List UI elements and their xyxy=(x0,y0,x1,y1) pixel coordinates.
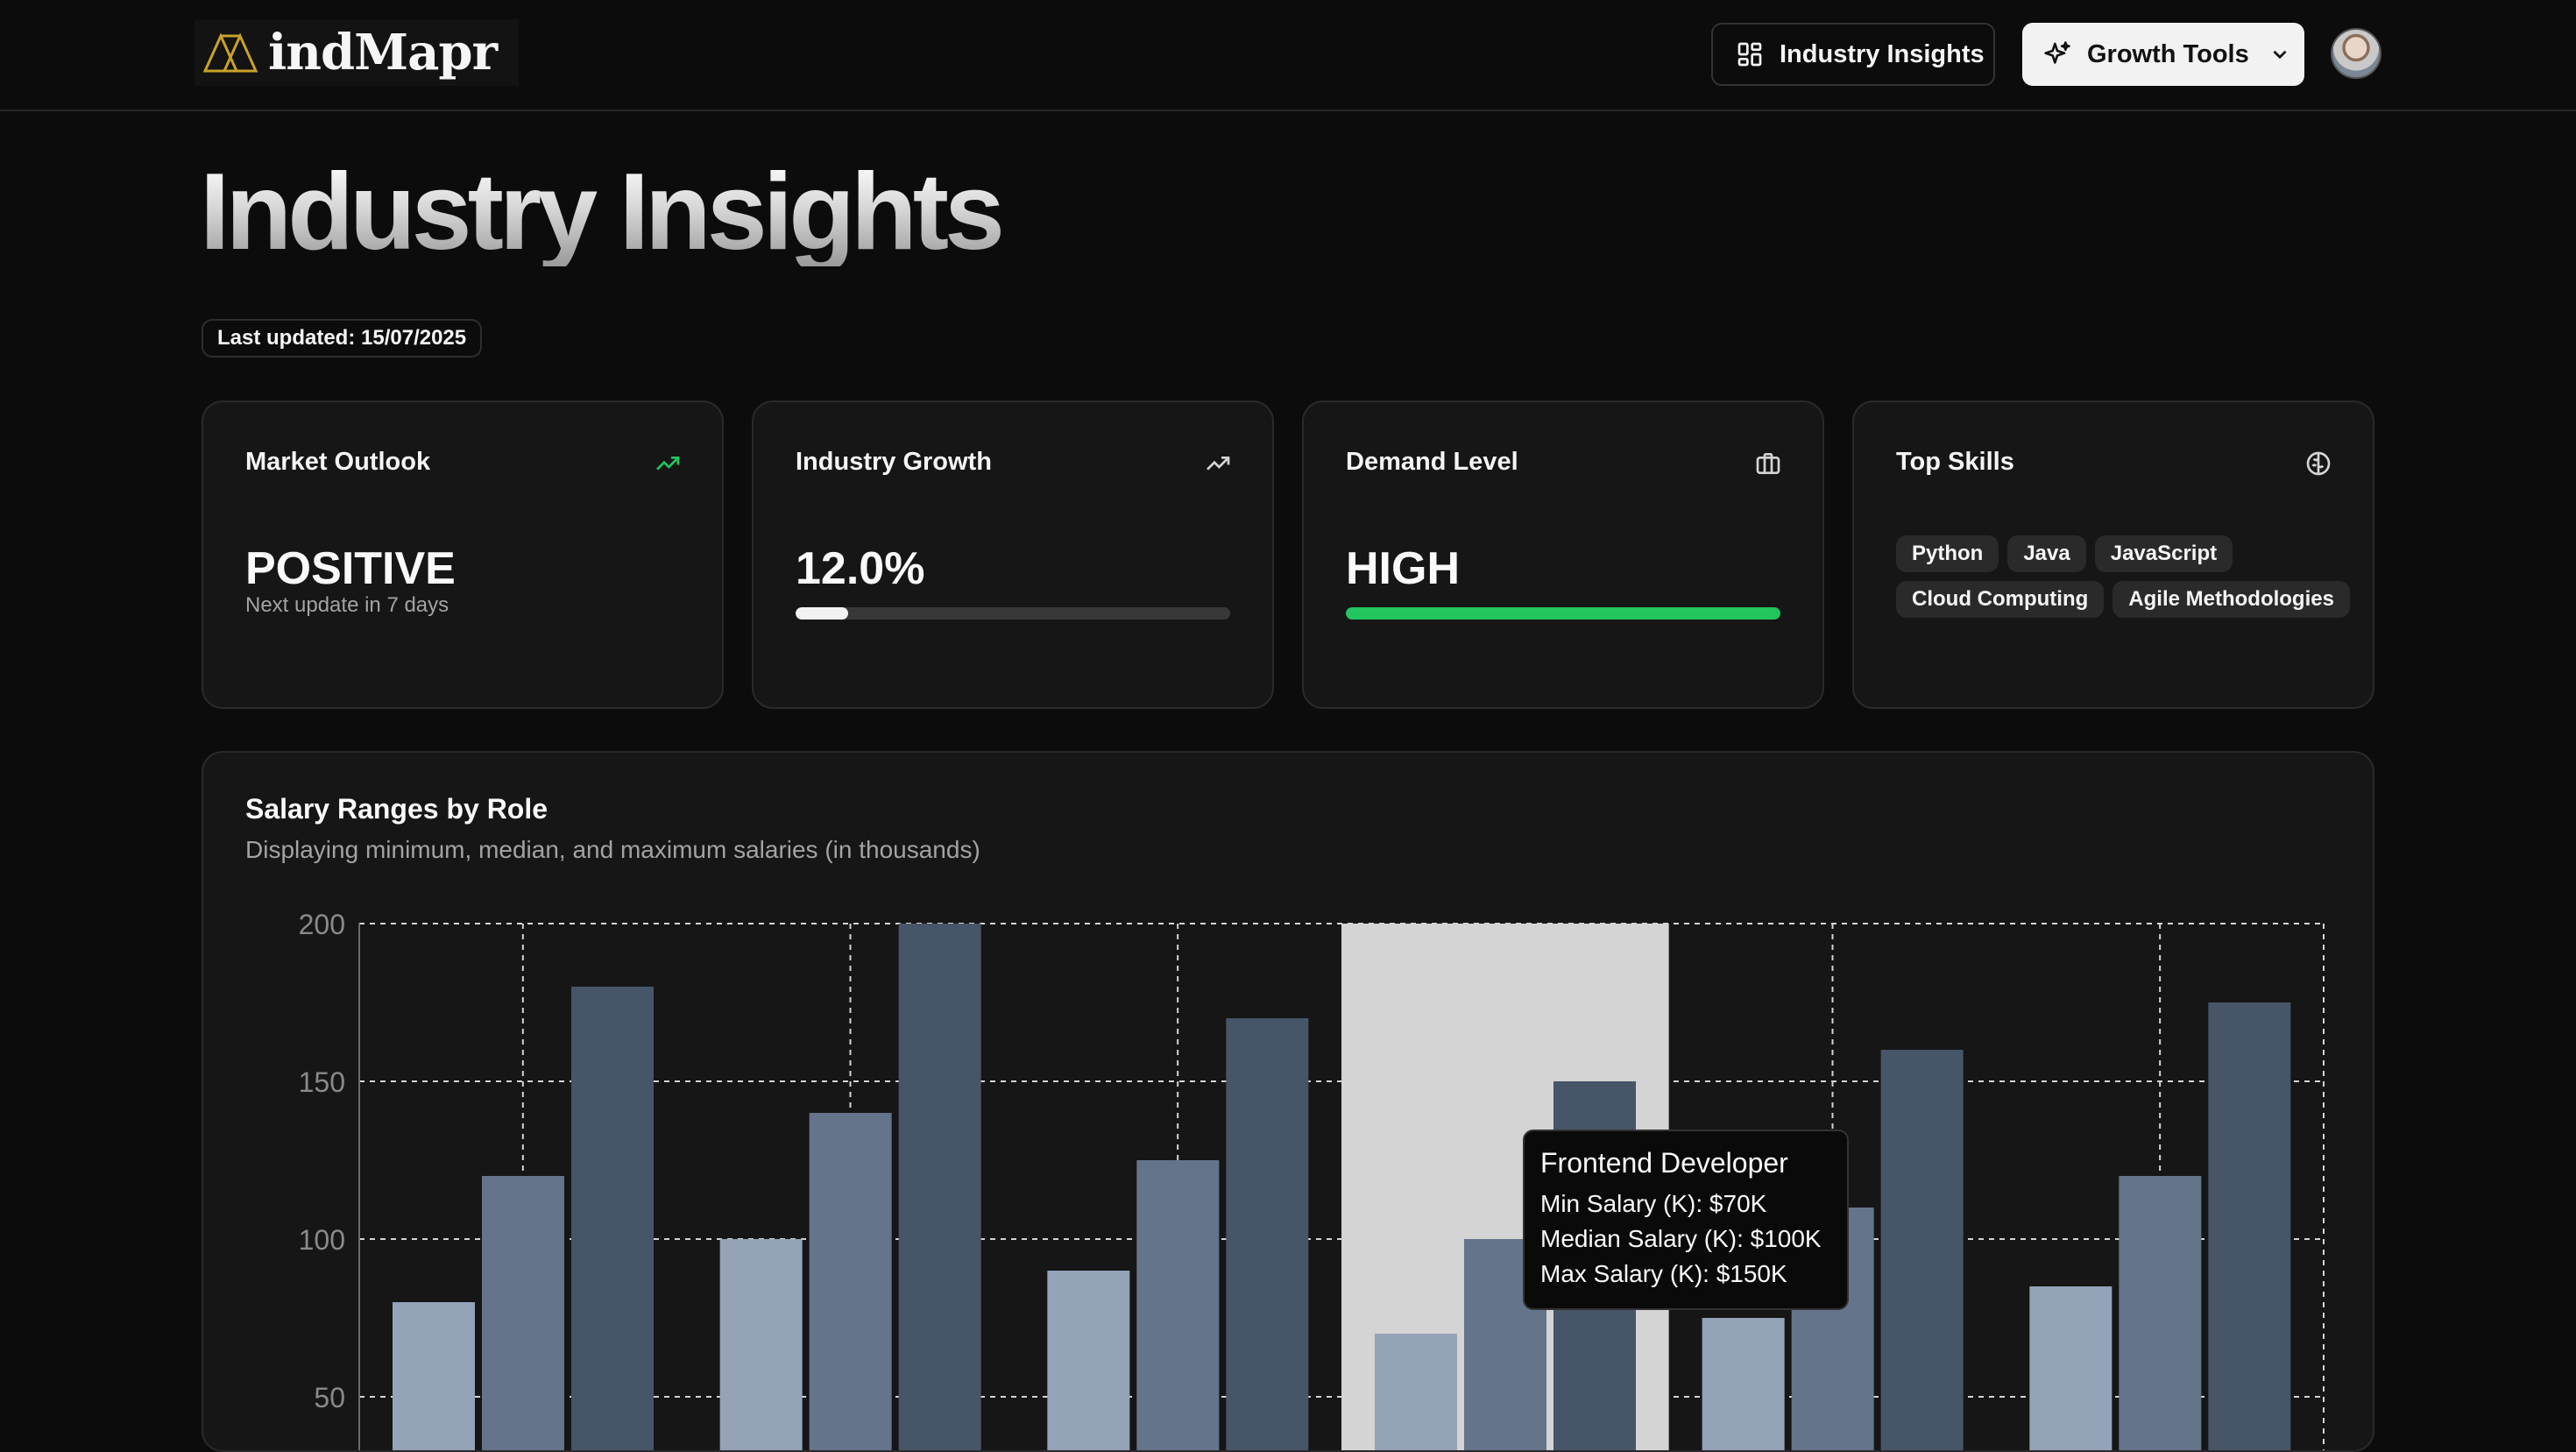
bar-min-salary xyxy=(719,1239,803,1450)
bar-min-salary xyxy=(393,1302,475,1450)
chart-tooltip: Frontend Developer Min Salary (K): $70K … xyxy=(1523,1130,1849,1310)
industry-growth-title: Industry Growth xyxy=(796,448,992,476)
demand-level-title: Demand Level xyxy=(1346,448,1518,476)
bar-max-salary xyxy=(898,924,981,1450)
bar-min-salary xyxy=(1047,1271,1130,1450)
skill-tag-python: Python xyxy=(1896,535,1999,572)
bar-max-salary xyxy=(1880,1050,1964,1450)
last-updated-badge: Last updated: 15/07/2025 xyxy=(202,319,483,358)
top-skills-title: Top Skills xyxy=(1896,448,2014,476)
logo-mark-icon xyxy=(203,32,258,73)
top-header: indMapr Industry Insights Growth Tools xyxy=(0,0,2576,111)
market-outlook-card: Market Outlook POSITIVE Next update in 7… xyxy=(202,400,724,709)
tooltip-max-salary: Max Salary (K): $150K xyxy=(1540,1260,1787,1287)
market-outlook-value: POSITIVE xyxy=(245,543,456,594)
bar-min-salary xyxy=(1702,1318,1785,1450)
salary-bar-chart[interactable]: 200 150 100 50 xyxy=(203,753,2374,1452)
brain-icon xyxy=(2306,451,2331,476)
growth-tools-button[interactable]: Growth Tools xyxy=(2022,23,2304,86)
skill-tag-javascript: JavaScript xyxy=(2094,535,2233,572)
market-outlook-title: Market Outlook xyxy=(245,448,431,476)
demand-level-card: Demand Level HIGH xyxy=(1302,400,1824,709)
chevron-down-icon xyxy=(2273,50,2287,60)
skill-tag-java: Java xyxy=(2007,535,2086,572)
market-outlook-subtext: Next update in 7 days xyxy=(245,593,449,617)
page-title: Industry Insights xyxy=(200,152,1005,273)
bar-min-salary xyxy=(1375,1334,1457,1450)
tooltip-min-salary: Min Salary (K): $70K xyxy=(1540,1190,1767,1217)
bar-max-salary xyxy=(571,987,654,1450)
y-tick-label: 50 xyxy=(314,1382,345,1413)
bar-max-salary xyxy=(1226,1018,1309,1450)
industry-insights-label: Industry Insights xyxy=(1780,39,1985,68)
bar-median-salary xyxy=(1136,1160,1220,1450)
y-tick-label: 150 xyxy=(299,1066,345,1098)
bar-median-salary xyxy=(2119,1176,2202,1450)
industry-growth-progress-fill xyxy=(796,607,848,620)
y-tick-label: 200 xyxy=(299,909,345,940)
demand-level-value: HIGH xyxy=(1346,543,1460,594)
industry-insights-button[interactable]: Industry Insights xyxy=(1711,23,1995,86)
bar-max-salary xyxy=(2208,1002,2291,1450)
salary-ranges-card: Salary Ranges by Role Displaying minimum… xyxy=(202,751,2374,1452)
growth-tools-label: Growth Tools xyxy=(2087,39,2249,68)
briefcase-icon xyxy=(1756,453,1780,474)
sparkles-icon xyxy=(2044,41,2070,64)
bar-min-salary xyxy=(2029,1286,2112,1450)
logo-text: indMapr xyxy=(268,24,498,81)
industry-growth-card: Industry Growth 12.0% xyxy=(752,400,1274,709)
skill-tag-agile-methodologies: Agile Methodologies xyxy=(2112,581,2350,618)
dashboard-icon xyxy=(1737,42,1762,67)
demand-level-progress-fill xyxy=(1346,607,1780,620)
industry-growth-value: 12.0% xyxy=(796,543,925,594)
tooltip-title: Frontend Developer xyxy=(1540,1147,1788,1179)
y-tick-label: 100 xyxy=(299,1224,345,1256)
tooltip-median-salary: Median Salary (K): $100K xyxy=(1540,1225,1822,1252)
demand-level-progress xyxy=(1346,607,1780,620)
top-skills-card: Top Skills Python Java JavaScript Cloud … xyxy=(1852,400,2374,709)
bar-median-salary xyxy=(482,1176,564,1450)
top-skills-list: Python Java JavaScript Cloud Computing A… xyxy=(1896,535,2352,618)
industry-growth-progress xyxy=(796,607,1230,620)
bar-median-salary xyxy=(809,1113,892,1450)
skill-tag-cloud-computing: Cloud Computing xyxy=(1896,581,2105,618)
logo[interactable]: indMapr xyxy=(195,19,519,86)
user-avatar[interactable] xyxy=(2331,28,2381,79)
trending-up-icon xyxy=(656,457,680,471)
trending-up-icon xyxy=(1207,457,1230,471)
